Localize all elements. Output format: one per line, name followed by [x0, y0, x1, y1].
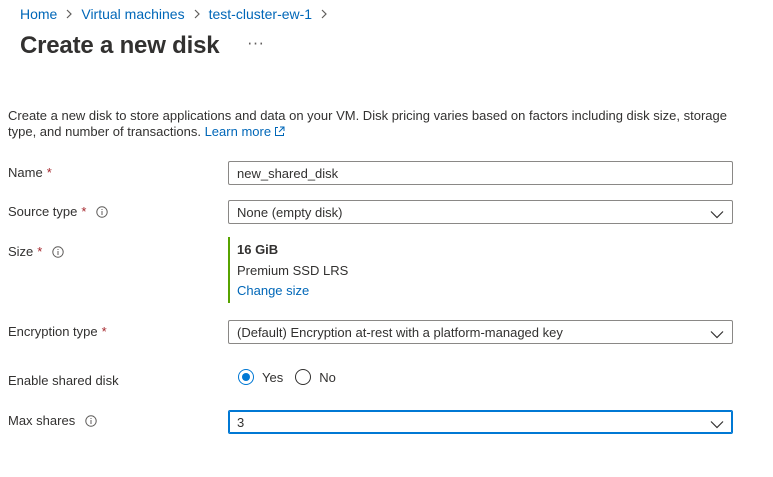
required-marker: * — [101, 324, 107, 339]
required-marker: * — [37, 244, 43, 259]
required-marker: * — [46, 165, 52, 180]
source-type-dropdown[interactable]: None (empty disk) — [228, 200, 733, 224]
chevron-right-icon — [65, 9, 73, 19]
info-icon[interactable] — [96, 205, 109, 218]
chevron-down-icon — [710, 207, 724, 222]
chevron-down-icon — [710, 327, 724, 342]
info-icon[interactable] — [52, 245, 65, 258]
name-input[interactable]: new_shared_disk — [228, 161, 733, 185]
encryption-type-label: Encryption type * — [8, 324, 107, 339]
chevron-right-icon — [193, 9, 201, 19]
name-label: Name * — [8, 165, 52, 180]
max-shares-label: Max shares — [8, 413, 97, 428]
enable-shared-disk-label: Enable shared disk — [8, 373, 119, 388]
max-shares-dropdown[interactable]: 3 — [228, 410, 733, 434]
breadcrumb-vm[interactable]: test-cluster-ew-1 — [209, 6, 312, 22]
size-sku: Premium SSD LRS — [237, 263, 349, 278]
shared-disk-radio-group: Yes No — [238, 369, 348, 385]
page-description: Create a new disk to store applications … — [8, 108, 743, 141]
learn-more-link[interactable]: Learn more — [205, 124, 285, 139]
size-summary: 16 GiB Premium SSD LRS Change size — [228, 237, 348, 303]
shared-disk-yes-radio[interactable]: Yes — [238, 369, 283, 385]
breadcrumb-virtual-machines[interactable]: Virtual machines — [81, 6, 184, 22]
chevron-right-icon — [320, 9, 328, 19]
source-type-label: Source type * — [8, 204, 109, 219]
required-marker: * — [81, 204, 87, 219]
breadcrumb-home[interactable]: Home — [20, 6, 57, 22]
shared-disk-no-radio[interactable]: No — [295, 369, 336, 385]
radio-unchecked-icon — [295, 369, 312, 385]
change-size-link[interactable]: Change size — [237, 283, 348, 298]
create-disk-page: Home Virtual machines test-cluster-ew-1 … — [0, 0, 773, 477]
encryption-type-dropdown[interactable]: (Default) Encryption at-rest with a plat… — [228, 320, 733, 344]
info-icon[interactable] — [85, 414, 97, 427]
description-text: Create a new disk to store applications … — [8, 108, 727, 139]
radio-checked-icon — [238, 369, 254, 385]
size-label: Size * — [8, 244, 65, 259]
title-row: Create a new disk ··· — [20, 32, 269, 60]
page-title: Create a new disk — [20, 32, 220, 59]
chevron-down-icon — [710, 417, 724, 432]
external-link-icon — [274, 125, 285, 141]
breadcrumb: Home Virtual machines test-cluster-ew-1 — [20, 5, 336, 23]
more-options-button[interactable]: ··· — [243, 35, 268, 53]
size-value: 16 GiB — [237, 242, 279, 257]
